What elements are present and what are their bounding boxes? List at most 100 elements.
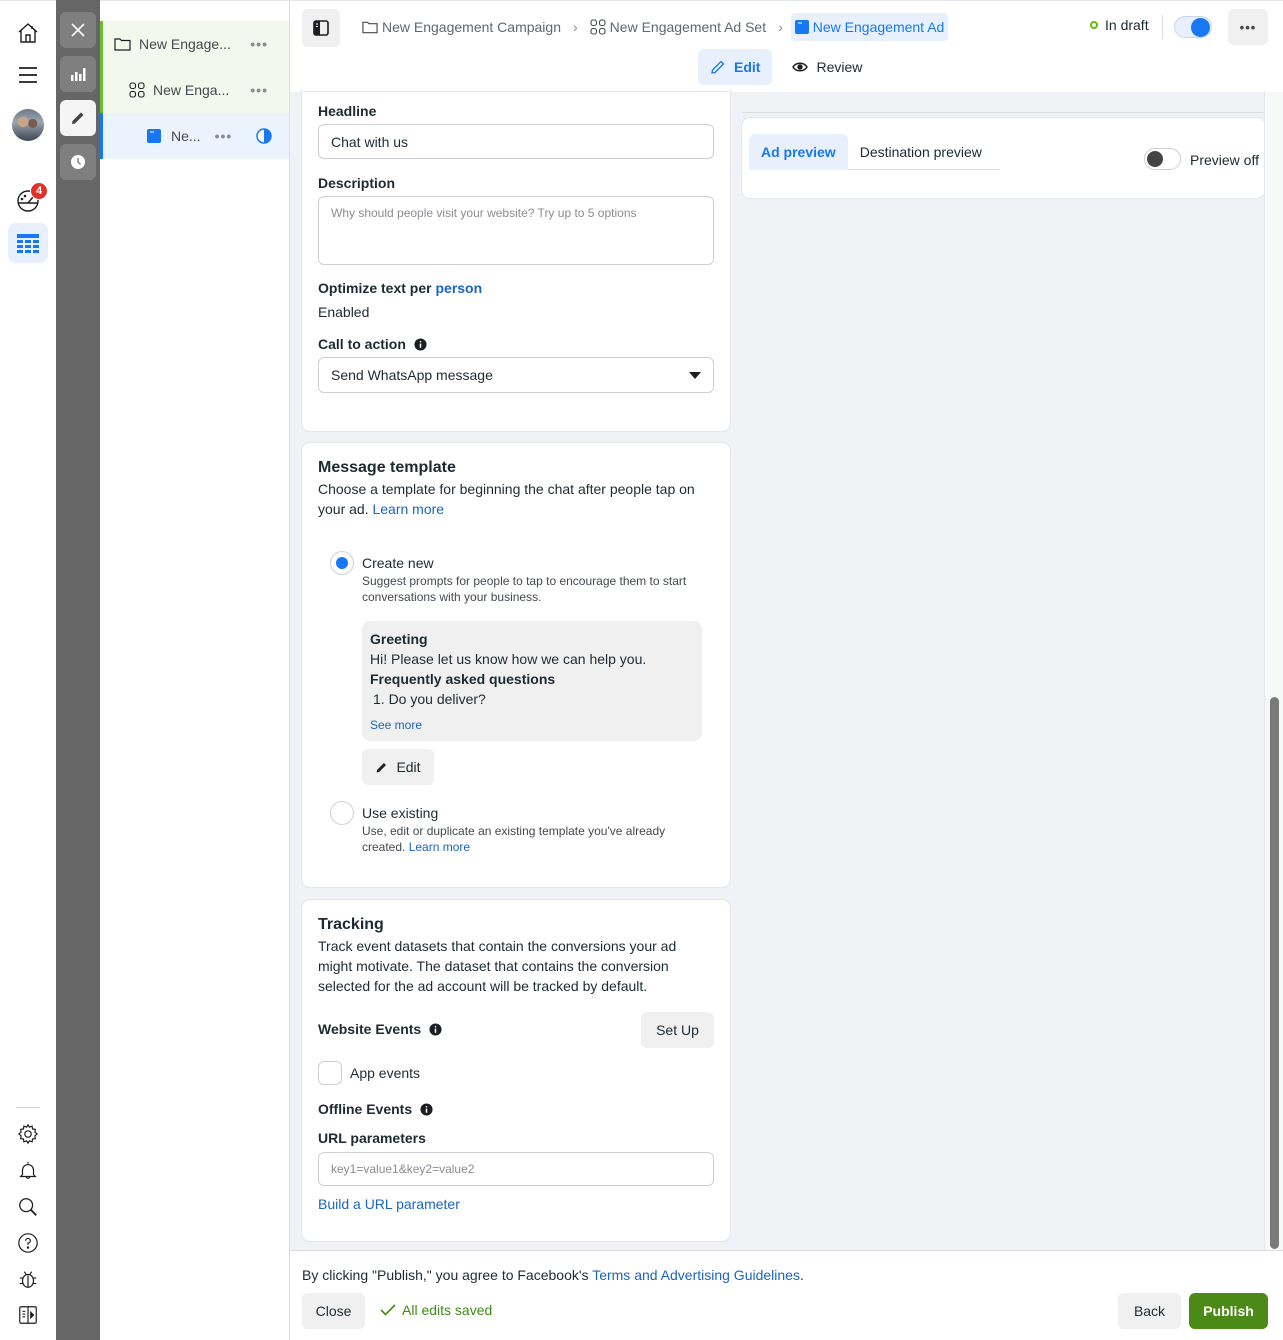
optimize-person-link[interactable]: person bbox=[435, 280, 482, 296]
status-dot-icon bbox=[1090, 21, 1098, 29]
adset-more-button[interactable]: ••• bbox=[250, 82, 268, 98]
use-existing-description: Use, edit or duplicate an existing templ… bbox=[362, 823, 702, 855]
tab-edit[interactable]: Edit bbox=[698, 49, 773, 85]
chevron-right-icon: › bbox=[778, 19, 783, 35]
tree-item-adset[interactable]: New Enga... ••• bbox=[100, 67, 289, 113]
use-existing-radio[interactable] bbox=[330, 801, 354, 825]
greeting-text: Hi! Please let us know how we can help y… bbox=[370, 651, 647, 667]
ads-manager-icon[interactable] bbox=[8, 223, 48, 263]
folder-icon bbox=[114, 37, 131, 51]
info-icon[interactable] bbox=[420, 1103, 433, 1116]
campaign-label: New Engage... bbox=[139, 36, 231, 52]
save-status: All edits saved bbox=[380, 1302, 492, 1318]
headline-input[interactable]: Chat with us bbox=[318, 124, 714, 159]
greeting-label: Greeting bbox=[370, 631, 428, 647]
ad-more-button[interactable]: ••• bbox=[215, 128, 233, 144]
setup-button[interactable]: Set Up bbox=[641, 1012, 714, 1048]
tree-item-campaign[interactable]: New Engage... ••• bbox=[100, 21, 289, 67]
create-new-radio[interactable] bbox=[330, 551, 354, 575]
back-button[interactable]: Back bbox=[1118, 1293, 1181, 1329]
optimize-text-prefix: Optimize text per bbox=[318, 280, 432, 296]
search-icon[interactable] bbox=[8, 1187, 48, 1227]
tree-item-ad[interactable]: Ne... ••• bbox=[100, 113, 289, 159]
tracking-title: Tracking bbox=[318, 916, 384, 933]
app-events-label: App events bbox=[350, 1065, 421, 1081]
eye-icon bbox=[792, 62, 809, 72]
chart-icon[interactable] bbox=[60, 56, 96, 92]
preview-toggle-label: Preview off bbox=[1190, 152, 1259, 168]
cta-selected-value: Send WhatsApp message bbox=[331, 367, 493, 383]
side-panel-icon[interactable] bbox=[8, 1295, 48, 1335]
breadcrumb-campaign-label: New Engagement Campaign bbox=[382, 19, 561, 35]
edit-icon[interactable] bbox=[60, 100, 96, 136]
close-button[interactable]: Close bbox=[302, 1293, 365, 1329]
tracking-description: Track event datasets that contain the co… bbox=[318, 938, 677, 994]
message-template-card: Message template Choose a template for b… bbox=[302, 443, 730, 887]
editor-footer: By clicking "Publish," you agree to Face… bbox=[290, 1250, 1283, 1340]
template-summary: Greeting Hi! Please let us know how we c… bbox=[362, 621, 702, 741]
description-label: Description bbox=[318, 175, 396, 191]
main-editor: New Engagement Campaign › New Engagement… bbox=[290, 0, 1283, 1340]
cta-label-text: Call to action bbox=[318, 336, 406, 352]
tab-edit-label: Edit bbox=[734, 59, 761, 75]
url-params-input[interactable]: key1=value1&key2=value2 bbox=[318, 1152, 714, 1186]
preview-toggle[interactable] bbox=[1144, 148, 1181, 170]
breadcrumb-campaign[interactable]: New Engagement Campaign bbox=[358, 13, 565, 41]
cta-label: Call to action bbox=[318, 336, 427, 352]
use-existing-label: Use existing bbox=[362, 805, 439, 821]
scrollbar-thumb[interactable] bbox=[1270, 697, 1279, 1249]
more-options-button[interactable]: ••• bbox=[1228, 9, 1268, 45]
ad-icon bbox=[147, 129, 161, 143]
bug-icon[interactable] bbox=[8, 1259, 48, 1299]
campaign-more-button[interactable]: ••• bbox=[250, 36, 268, 52]
offline-events-label-text: Offline Events bbox=[318, 1101, 413, 1117]
breadcrumb-adset-label: New Engagement Ad Set bbox=[609, 19, 767, 35]
terms-link[interactable]: Terms and Advertising Guidelines bbox=[592, 1267, 800, 1283]
scrollbar[interactable] bbox=[1264, 92, 1283, 1250]
caret-down-icon bbox=[689, 371, 701, 379]
see-more-link[interactable]: See more bbox=[370, 715, 694, 735]
info-icon[interactable] bbox=[429, 1023, 442, 1036]
help-icon[interactable] bbox=[8, 1223, 48, 1263]
description-textarea[interactable]: Why should people visit your website? Tr… bbox=[318, 196, 714, 265]
use-existing-learn-more-link[interactable]: Learn more bbox=[409, 840, 470, 854]
message-template-description: Choose a template for beginning the chat… bbox=[318, 479, 714, 519]
create-new-description: Suggest prompts for people to tap to enc… bbox=[362, 574, 687, 604]
mode-tabs: Edit Review bbox=[698, 49, 874, 85]
publish-button[interactable]: Publish bbox=[1189, 1293, 1268, 1329]
website-events-label: Website Events bbox=[318, 1021, 442, 1037]
app-events-checkbox[interactable] bbox=[318, 1061, 342, 1085]
learn-more-link[interactable]: Learn more bbox=[372, 501, 444, 517]
home-icon[interactable] bbox=[8, 13, 48, 53]
terms-suffix: . bbox=[799, 1267, 804, 1283]
tracking-card: Tracking Track event datasets that conta… bbox=[302, 900, 730, 1241]
cta-dropdown[interactable]: Send WhatsApp message bbox=[318, 357, 714, 393]
header-divider bbox=[1162, 15, 1163, 39]
edit-template-button[interactable]: Edit bbox=[362, 749, 434, 785]
avatar bbox=[12, 109, 44, 141]
tab-destination-preview[interactable]: Destination preview bbox=[848, 134, 994, 170]
account-avatar[interactable] bbox=[8, 105, 48, 145]
breadcrumb-ad-label: New Engagement Ad bbox=[812, 19, 945, 35]
breadcrumb-adset[interactable]: New Engagement Ad Set bbox=[586, 13, 770, 41]
close-icon[interactable] bbox=[60, 12, 96, 48]
dashboard-icon[interactable]: 4 bbox=[8, 181, 48, 221]
optimize-text-label: Optimize text per person bbox=[318, 280, 482, 296]
breadcrumb: New Engagement Campaign › New Engagement… bbox=[358, 13, 949, 41]
breadcrumb-ad[interactable]: New Engagement Ad bbox=[790, 13, 949, 41]
settings-icon[interactable] bbox=[8, 1114, 48, 1154]
build-url-parameter-link[interactable]: Build a URL parameter bbox=[318, 1196, 460, 1212]
info-icon[interactable] bbox=[414, 338, 427, 351]
headline-label: Headline bbox=[318, 103, 377, 119]
ad-active-toggle[interactable] bbox=[1174, 16, 1212, 38]
history-icon[interactable] bbox=[60, 144, 96, 180]
menu-icon[interactable] bbox=[8, 55, 48, 95]
app-rail: 4 bbox=[0, 0, 56, 1340]
optimize-text-value: Enabled bbox=[318, 304, 370, 320]
toggle-panel-button[interactable] bbox=[302, 9, 340, 47]
tab-ad-preview[interactable]: Ad preview bbox=[749, 134, 848, 170]
tab-review[interactable]: Review bbox=[780, 49, 874, 85]
notifications-icon[interactable] bbox=[8, 1151, 48, 1191]
offline-events-label: Offline Events bbox=[318, 1101, 433, 1117]
ad-creative-card: Headline Chat with us Description Why sh… bbox=[302, 92, 730, 431]
